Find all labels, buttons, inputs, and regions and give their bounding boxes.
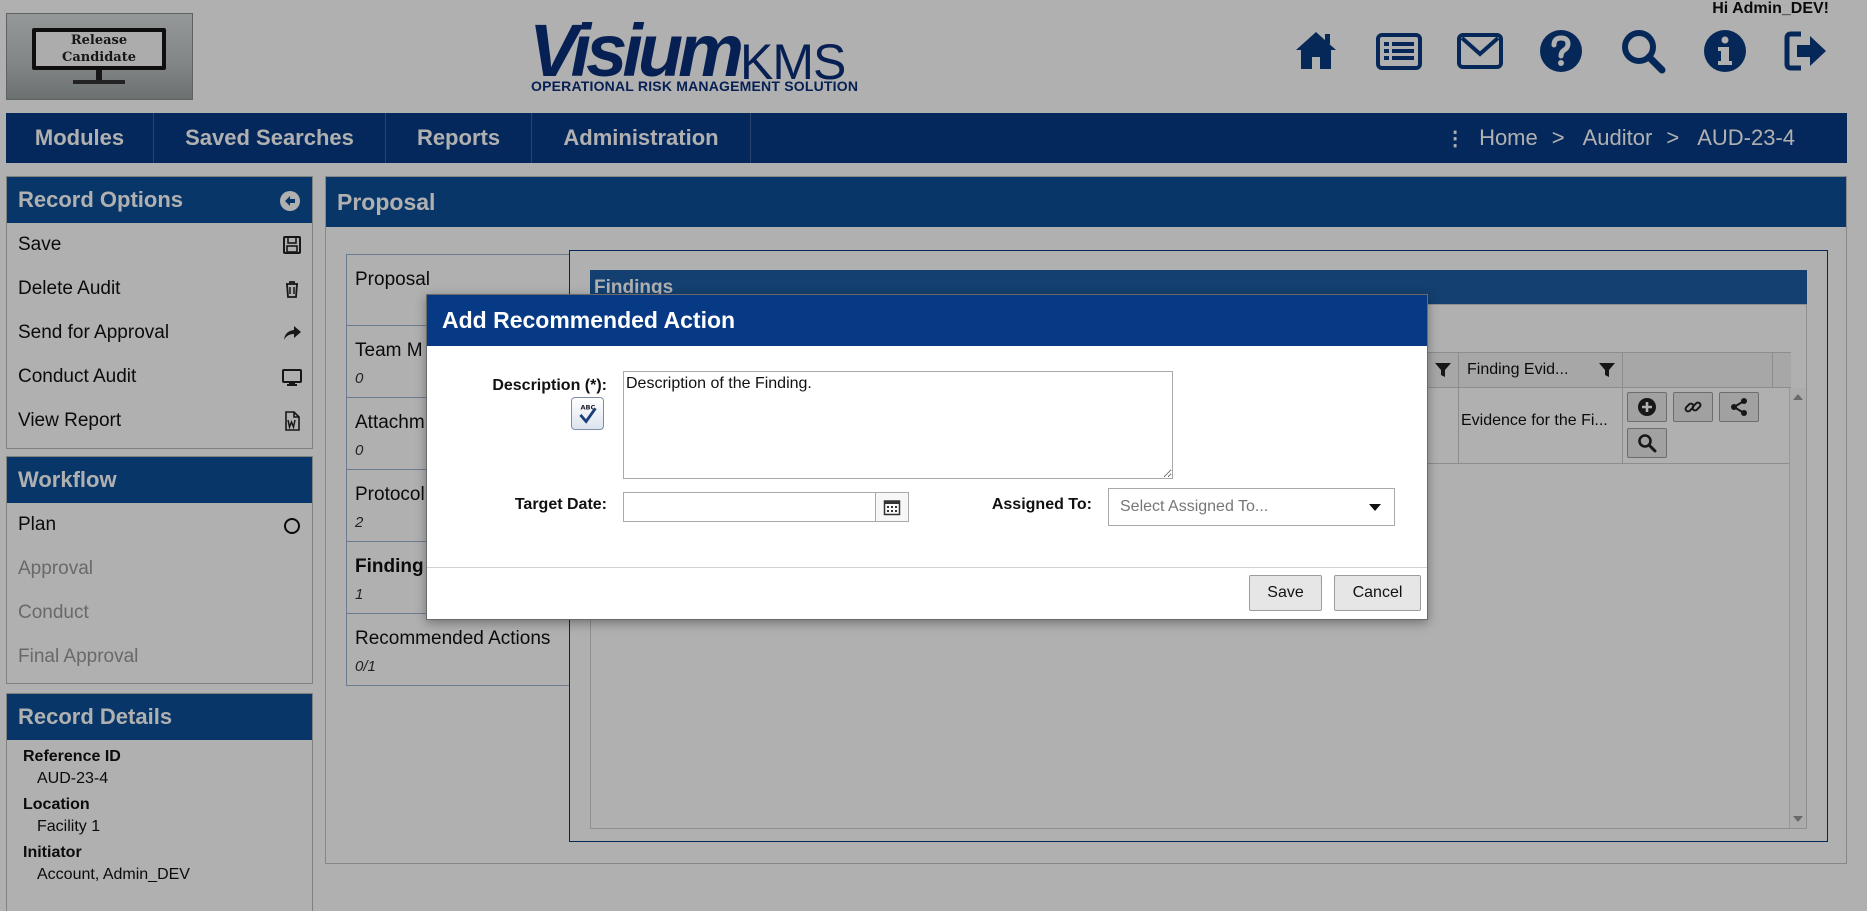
- target-date-input[interactable]: [623, 492, 879, 522]
- chevron-down-icon: [1369, 504, 1381, 511]
- add-recommended-action-dialog: Add Recommended Action Description (*): …: [426, 294, 1428, 620]
- assigned-to-label: Assigned To:: [991, 496, 1092, 513]
- description-label: Description (*):: [492, 377, 607, 394]
- dialog-divider: [427, 567, 1427, 568]
- calendar-icon: [883, 500, 901, 516]
- save-button[interactable]: Save: [1249, 575, 1322, 611]
- assigned-to-select[interactable]: Select Assigned To...: [1108, 488, 1395, 526]
- dialog-title: Add Recommended Action: [427, 295, 1427, 346]
- spell-check-icon: ABC: [579, 403, 597, 424]
- assigned-to-placeholder: Select Assigned To...: [1120, 498, 1269, 515]
- cancel-button[interactable]: Cancel: [1334, 575, 1421, 611]
- spell-check-button[interactable]: ABC: [571, 397, 604, 430]
- description-textarea[interactable]: Description of the Finding.: [623, 371, 1173, 479]
- calendar-button[interactable]: [875, 492, 909, 522]
- target-date-label: Target Date:: [514, 496, 607, 513]
